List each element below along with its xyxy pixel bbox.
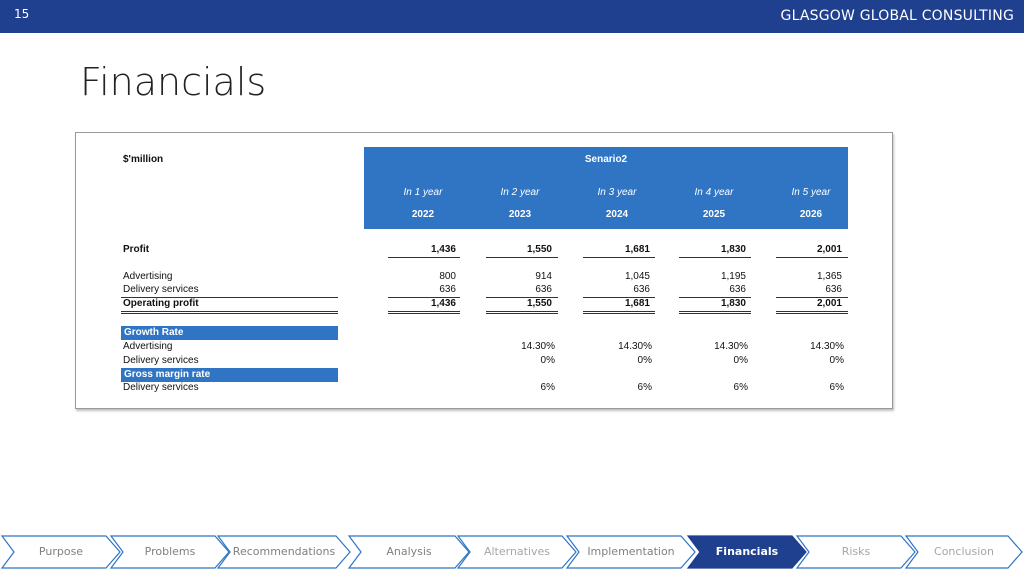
profit-value: 1,436 — [430, 244, 456, 255]
profit-value: 1,830 — [720, 244, 746, 255]
year-label: In 2 year — [500, 187, 540, 198]
margin-delivery-value: 6% — [733, 382, 748, 393]
nav-item-recommendations[interactable]: Recommendations — [216, 534, 352, 570]
delivery-value: 636 — [729, 284, 746, 295]
delivery-value: 636 — [633, 284, 650, 295]
nav-label: Implementation — [587, 545, 675, 558]
slide-number: 15 — [14, 7, 30, 21]
nav-label: Analysis — [386, 545, 432, 558]
nav-label: Purpose — [38, 545, 84, 558]
year: 2025 — [702, 209, 726, 220]
profit-value: 1,550 — [526, 244, 552, 255]
nav-label: Risks — [841, 545, 871, 558]
company-name: GLASGOW GLOBAL CONSULTING — [780, 8, 1014, 24]
growth-delivery-value: 0% — [637, 355, 652, 366]
row-label-growth-advertising: Advertising — [123, 341, 173, 352]
nav-label: Recommendations — [232, 545, 336, 558]
profit-value: 1,681 — [624, 244, 650, 255]
growth-delivery-value: 0% — [540, 355, 555, 366]
margin-delivery-value: 6% — [829, 382, 844, 393]
divider — [583, 257, 655, 258]
growth-advertising-value: 14.30% — [714, 341, 748, 352]
nav-label: Problems — [144, 545, 196, 558]
year: 2023 — [508, 209, 532, 220]
section-header-growth-rate: Growth Rate — [121, 326, 338, 340]
section-nav: Purpose Problems Recommendations Analysi… — [0, 534, 1024, 570]
advertising-value: 800 — [439, 271, 456, 282]
profit-value: 2,001 — [816, 244, 842, 255]
growth-advertising-value: 14.30% — [521, 341, 555, 352]
year-label: In 1 year — [403, 187, 443, 198]
financial-table: $'million Senario2 In 1 year In 2 year I… — [75, 132, 893, 409]
nav-item-risks[interactable]: Risks — [795, 534, 917, 570]
double-divider — [486, 311, 558, 314]
nav-item-problems[interactable]: Problems — [109, 534, 231, 570]
growth-delivery-value: 0% — [829, 355, 844, 366]
row-label-growth-delivery: Delivery services — [123, 355, 199, 366]
advertising-value: 1,195 — [720, 271, 746, 282]
margin-delivery-value: 6% — [637, 382, 652, 393]
page-title: Financials — [80, 60, 267, 104]
divider — [776, 257, 848, 258]
delivery-value: 636 — [439, 284, 456, 295]
scenario-label: Senario2 — [584, 154, 628, 165]
double-divider — [679, 311, 751, 314]
divider — [679, 257, 751, 258]
nav-item-conclusion[interactable]: Conclusion — [904, 534, 1024, 570]
nav-item-financials[interactable]: Financials — [686, 534, 808, 570]
advertising-value: 1,365 — [816, 271, 842, 282]
unit-label: $'million — [123, 154, 164, 165]
growth-advertising-value: 14.30% — [618, 341, 652, 352]
nav-item-purpose[interactable]: Purpose — [0, 534, 122, 570]
year-label: In 3 year — [597, 187, 637, 198]
double-divider — [121, 311, 338, 314]
advertising-value: 1,045 — [624, 271, 650, 282]
divider — [486, 257, 558, 258]
double-divider — [388, 311, 460, 314]
row-label-operating-profit: Operating profit — [123, 298, 199, 309]
row-label-advertising: Advertising — [123, 271, 173, 282]
year: 2024 — [605, 209, 629, 220]
operating-profit-value: 2,001 — [816, 298, 842, 309]
growth-delivery-value: 0% — [733, 355, 748, 366]
nav-label: Conclusion — [934, 545, 994, 558]
year-label: In 5 year — [791, 187, 831, 198]
growth-advertising-value: 14.30% — [810, 341, 844, 352]
nav-item-analysis[interactable]: Analysis — [347, 534, 471, 570]
nav-label: Alternatives — [483, 545, 551, 558]
operating-profit-value: 1,830 — [720, 298, 746, 309]
double-divider — [583, 311, 655, 314]
operating-profit-value: 1,550 — [526, 298, 552, 309]
margin-delivery-value: 6% — [540, 382, 555, 393]
delivery-value: 636 — [825, 284, 842, 295]
row-label-delivery: Delivery services — [123, 284, 199, 295]
year: 2026 — [799, 209, 823, 220]
year: 2022 — [411, 209, 435, 220]
divider — [388, 257, 460, 258]
nav-label: Financials — [715, 545, 779, 558]
delivery-value: 636 — [535, 284, 552, 295]
operating-profit-value: 1,681 — [624, 298, 650, 309]
year-label: In 4 year — [694, 187, 734, 198]
header-bar: 15 GLASGOW GLOBAL CONSULTING — [0, 0, 1024, 33]
double-divider — [776, 311, 848, 314]
row-label-profit: Profit — [123, 244, 150, 255]
advertising-value: 914 — [535, 271, 552, 282]
nav-item-alternatives[interactable]: Alternatives — [456, 534, 578, 570]
operating-profit-value: 1,436 — [430, 298, 456, 309]
section-header-gross-margin: Gross margin rate — [121, 368, 338, 382]
nav-item-implementation[interactable]: Implementation — [565, 534, 697, 570]
row-label-margin-delivery: Delivery services — [123, 382, 199, 393]
